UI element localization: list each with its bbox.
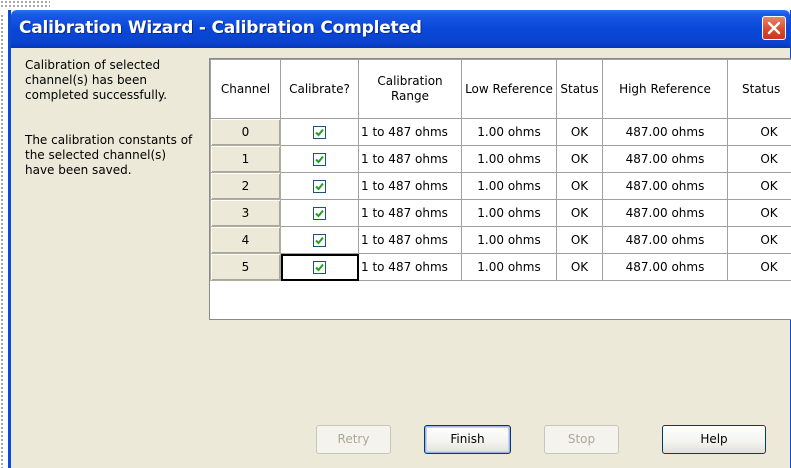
channel-cell: 3 (210, 199, 281, 227)
channel-cell: 4 (210, 226, 281, 254)
low-reference-cell: 1.00 ohms (461, 226, 557, 254)
table-row[interactable]: 41 to 487 ohms 1.00 ohms OK 487.00 ohms OK (210, 226, 791, 254)
table-row[interactable]: 11 to 487 ohms 1.00 ohms OK 487.00 ohms OK (210, 145, 791, 173)
high-reference-cell: 487.00 ohms (602, 199, 728, 227)
high-reference-cell: 487.00 ohms (602, 226, 728, 254)
calibration-range-cell: 1 to 487 ohms (358, 145, 462, 173)
channel-cell: 0 (210, 118, 281, 146)
low-reference-cell: 1.00 ohms (461, 199, 557, 227)
header-high-status[interactable]: Status (727, 59, 791, 119)
calibrate-checkbox[interactable] (313, 261, 326, 274)
high-status-cell: OK (727, 226, 791, 254)
message-completed: Calibration of selected channel(s) has b… (25, 58, 168, 102)
high-reference-cell: 487.00 ohms (602, 253, 728, 281)
calibrate-cell (280, 199, 359, 227)
retry-button[interactable]: Retry (316, 425, 391, 454)
high-reference-cell: 487.00 ohms (602, 145, 728, 173)
header-calibration-range[interactable]: Calibration Range (358, 59, 462, 119)
low-status-cell: OK (556, 253, 603, 281)
calibrate-cell (280, 118, 359, 146)
checkmark-icon (315, 182, 324, 191)
calibration-range-cell: 1 to 487 ohms (358, 199, 462, 227)
checkmark-icon (315, 236, 324, 245)
help-button[interactable]: Help (662, 425, 766, 454)
low-status-cell: OK (556, 199, 603, 227)
calibrate-checkbox[interactable] (313, 207, 326, 220)
title-bar[interactable]: Calibration Wizard - Calibration Complet… (11, 10, 790, 48)
calibrate-checkbox[interactable] (313, 153, 326, 166)
completion-message: Calibration of selected channel(s) has b… (25, 58, 195, 178)
calibrate-cell (280, 172, 359, 200)
header-calibrate[interactable]: Calibrate? (280, 59, 359, 119)
checkmark-icon (315, 155, 324, 164)
calibration-grid[interactable]: Channel Calibrate? Calibration Range Low… (209, 58, 791, 320)
channel-cell: 1 (210, 145, 281, 173)
table-row[interactable]: 31 to 487 ohms 1.00 ohms OK 487.00 ohms OK (210, 199, 791, 227)
high-status-cell: OK (727, 145, 791, 173)
header-high-reference[interactable]: High Reference (602, 59, 728, 119)
low-status-cell: OK (556, 226, 603, 254)
channel-cell: 5 (210, 253, 281, 281)
checkmark-icon (315, 128, 324, 137)
high-status-cell: OK (727, 172, 791, 200)
calibrate-cell (280, 226, 359, 254)
calibrate-cell (280, 145, 359, 173)
low-status-cell: OK (556, 172, 603, 200)
calibrate-checkbox[interactable] (313, 234, 326, 247)
channel-cell: 2 (210, 172, 281, 200)
message-saved: The calibration constants of the selecte… (25, 133, 193, 177)
low-status-cell: OK (556, 118, 603, 146)
background-dots-top (0, 0, 50, 8)
table-row[interactable]: 21 to 487 ohms 1.00 ohms OK 487.00 ohms OK (210, 172, 791, 200)
low-reference-cell: 1.00 ohms (461, 118, 557, 146)
header-low-status[interactable]: Status (556, 59, 603, 119)
header-channel[interactable]: Channel (210, 59, 281, 119)
header-low-reference[interactable]: Low Reference (461, 59, 557, 119)
table-row[interactable]: 01 to 487 ohms 1.00 ohms OK 487.00 ohms OK (210, 118, 791, 146)
table-row[interactable]: 51 to 487 ohms 1.00 ohms OK 487.00 ohms OK (210, 253, 791, 281)
low-reference-cell: 1.00 ohms (461, 253, 557, 281)
background-dots-left (0, 14, 4, 468)
high-status-cell: OK (727, 199, 791, 227)
calibration-range-cell: 1 to 487 ohms (358, 118, 462, 146)
high-reference-cell: 487.00 ohms (602, 118, 728, 146)
calibration-wizard-window: Calibration Wizard - Calibration Complet… (8, 10, 791, 468)
calibration-range-cell: 1 to 487 ohms (358, 226, 462, 254)
close-button[interactable] (762, 16, 786, 40)
low-reference-cell: 1.00 ohms (461, 172, 557, 200)
calibration-range-cell: 1 to 487 ohms (358, 172, 462, 200)
high-status-cell: OK (727, 253, 791, 281)
low-reference-cell: 1.00 ohms (461, 145, 557, 173)
high-status-cell: OK (727, 118, 791, 146)
calibration-range-cell: 1 to 487 ohms (358, 253, 462, 281)
close-icon (767, 21, 781, 35)
high-reference-cell: 487.00 ohms (602, 172, 728, 200)
calibrate-cell (280, 253, 359, 281)
checkmark-icon (315, 263, 324, 272)
window-title: Calibration Wizard - Calibration Complet… (19, 18, 422, 38)
stop-button[interactable]: Stop (544, 425, 619, 454)
calibrate-checkbox[interactable] (313, 126, 326, 139)
checkmark-icon (315, 209, 324, 218)
low-status-cell: OK (556, 145, 603, 173)
calibration-table: Channel Calibrate? Calibration Range Low… (210, 59, 791, 281)
calibrate-checkbox[interactable] (313, 180, 326, 193)
table-header-row: Channel Calibrate? Calibration Range Low… (210, 59, 791, 119)
finish-button[interactable]: Finish (424, 425, 511, 454)
